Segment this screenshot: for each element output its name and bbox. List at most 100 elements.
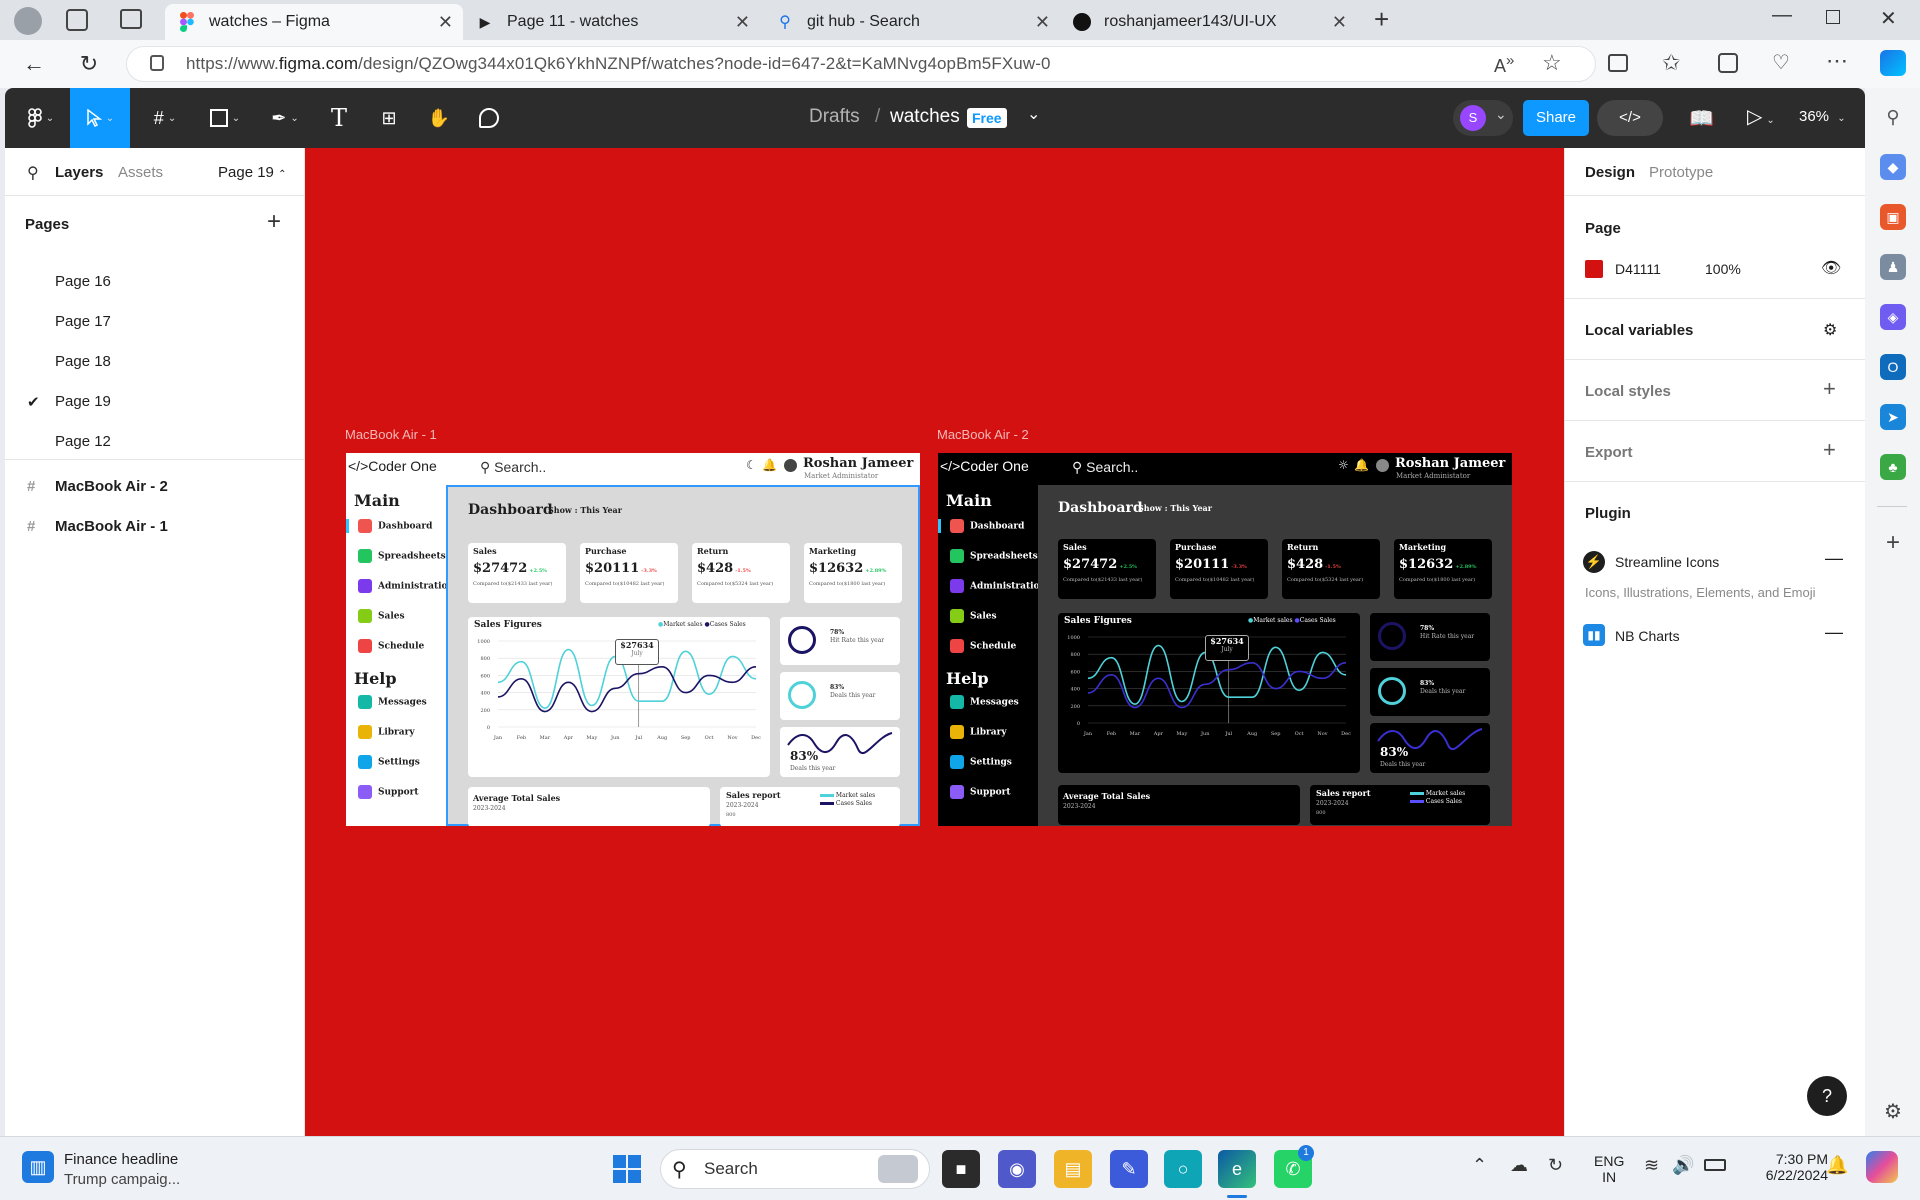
- chevron-down-icon[interactable]: ⌄: [1495, 106, 1507, 123]
- comment-tool-icon[interactable]: [473, 102, 505, 134]
- macbook-air-1-frame[interactable]: </>Coder One ⚲ Search.. ☾ 🔔 Roshan Jamee…: [346, 453, 920, 826]
- pen-tool-icon[interactable]: ✒ ⌄: [263, 102, 307, 134]
- frame-tool-icon[interactable]: # ⌄: [143, 102, 187, 134]
- volume-icon[interactable]: 🔊: [1672, 1155, 1694, 1176]
- variables-settings-icon[interactable]: ⚙: [1823, 320, 1837, 340]
- text-tool-icon[interactable]: T: [323, 102, 355, 134]
- tab-page11[interactable]: ▶ Page 11 - watches ✕: [463, 4, 760, 40]
- remove-plugin-icon[interactable]: —: [1825, 622, 1843, 643]
- task-view-icon[interactable]: ■: [942, 1150, 980, 1188]
- tab-github-repo[interactable]: roshanjameer143/UI-UX ✕: [1060, 4, 1357, 40]
- edge-icon[interactable]: e: [1218, 1150, 1256, 1188]
- page-item[interactable]: Page 12: [5, 423, 305, 463]
- read-aloud-icon[interactable]: A»: [1494, 52, 1514, 77]
- clock[interactable]: 7:30 PM 6/22/2024: [1758, 1151, 1828, 1183]
- search-icon[interactable]: ⚲: [27, 163, 39, 183]
- onedrive-cloud-icon[interactable]: ☁: [1510, 1155, 1528, 1176]
- settings-gear-icon[interactable]: ⚙: [1880, 1098, 1906, 1124]
- games-icon[interactable]: ♟: [1880, 254, 1906, 280]
- restore-icon[interactable]: [1826, 10, 1840, 24]
- frame-label[interactable]: MacBook Air - 2: [937, 427, 1029, 442]
- new-tab-icon[interactable]: +: [1374, 4, 1389, 35]
- pen-app-icon[interactable]: ✎: [1110, 1150, 1148, 1188]
- split-screen-icon[interactable]: [1608, 54, 1628, 72]
- breadcrumb-drafts[interactable]: Drafts: [809, 106, 860, 128]
- page-opacity[interactable]: 100%: [1705, 261, 1741, 277]
- close-tab-icon[interactable]: ✕: [438, 12, 453, 33]
- teams-icon[interactable]: ◉: [998, 1150, 1036, 1188]
- cortana-icon[interactable]: ○: [1164, 1150, 1202, 1188]
- tab-layers[interactable]: Layers: [55, 164, 103, 181]
- tab-prototype[interactable]: Prototype: [1649, 164, 1713, 181]
- favorite-star-icon[interactable]: ☆: [1542, 50, 1562, 76]
- battery-icon[interactable]: [1704, 1159, 1726, 1171]
- avatar[interactable]: S: [1460, 105, 1486, 131]
- file-explorer-icon[interactable]: ▤: [1054, 1150, 1092, 1188]
- tab-design[interactable]: Design: [1585, 164, 1635, 181]
- plugin-name[interactable]: Streamline Icons: [1615, 554, 1719, 570]
- file-menu-chevron-icon[interactable]: ⌄: [1027, 104, 1040, 124]
- canvas[interactable]: MacBook Air - 1 MacBook Air - 2 </>Coder…: [305, 148, 1564, 1136]
- page-item[interactable]: Page 16: [5, 263, 305, 303]
- start-windows-icon[interactable]: [608, 1150, 646, 1188]
- copilot-icon[interactable]: [1880, 50, 1906, 76]
- tab-figma[interactable]: watches – Figma ✕: [165, 4, 463, 40]
- page-color-swatch[interactable]: [1585, 260, 1603, 278]
- profile-icon[interactable]: [14, 7, 42, 35]
- hand-tool-icon[interactable]: ✋: [423, 102, 455, 134]
- shopping-tag-icon[interactable]: ◆: [1880, 154, 1906, 180]
- collections-icon[interactable]: [1718, 53, 1738, 73]
- copilot-taskbar-icon[interactable]: [1866, 1151, 1898, 1183]
- add-style-icon[interactable]: +: [1823, 376, 1836, 402]
- minimize-icon[interactable]: —: [1772, 4, 1792, 27]
- current-page-selector[interactable]: Page 19 ⌃: [218, 164, 286, 181]
- present-icon[interactable]: ▷ ⌄: [1747, 104, 1775, 129]
- favorites-icon[interactable]: ✩: [1662, 50, 1680, 76]
- browser-essentials-icon[interactable]: ♡: [1772, 50, 1790, 75]
- tools-icon[interactable]: ▣: [1880, 204, 1906, 230]
- remove-plugin-icon[interactable]: —: [1825, 548, 1843, 569]
- copilot-sidebar-icon[interactable]: ◈: [1880, 304, 1906, 330]
- rectangle-tool-icon[interactable]: ⌄: [203, 102, 247, 134]
- frame-label[interactable]: MacBook Air - 1: [345, 427, 437, 442]
- close-window-icon[interactable]: ✕: [1880, 6, 1897, 31]
- news-subtitle[interactable]: Trump campaig...: [64, 1171, 180, 1188]
- refresh-icon[interactable]: ↻: [75, 50, 103, 78]
- close-tab-icon[interactable]: ✕: [1035, 12, 1050, 33]
- zoom-level[interactable]: 36% ⌄: [1799, 108, 1846, 125]
- news-title[interactable]: Finance headline: [64, 1151, 178, 1168]
- resources-tool-icon[interactable]: ⊞: [373, 102, 405, 134]
- page-item-selected[interactable]: ✔ Page 19: [5, 383, 305, 423]
- page-color-hex[interactable]: D41111: [1615, 261, 1661, 277]
- local-variables[interactable]: Local variables: [1585, 322, 1693, 339]
- file-name[interactable]: watches: [890, 106, 960, 128]
- outlook-icon[interactable]: O: [1880, 354, 1906, 380]
- add-page-icon[interactable]: +: [267, 208, 281, 236]
- page-item[interactable]: Page 18: [5, 343, 305, 383]
- move-tool-icon[interactable]: ⌄: [70, 88, 130, 148]
- lock-icon[interactable]: [150, 55, 164, 71]
- tree-icon[interactable]: ♣: [1880, 454, 1906, 480]
- add-export-icon[interactable]: +: [1823, 437, 1836, 463]
- wifi-icon[interactable]: ≋: [1644, 1155, 1659, 1176]
- chevron-up-icon[interactable]: ⌃: [1472, 1155, 1487, 1176]
- close-tab-icon[interactable]: ✕: [735, 12, 750, 33]
- back-icon[interactable]: ←: [20, 50, 48, 78]
- tab-actions-icon[interactable]: [120, 9, 142, 29]
- share-button[interactable]: Share: [1523, 100, 1589, 136]
- dev-mode-toggle-icon[interactable]: </>: [1597, 100, 1663, 136]
- macbook-air-2-frame[interactable]: </>Coder One ⚲ Search.. ☼ 🔔 Roshan Jamee…: [938, 453, 1512, 826]
- layer-item[interactable]: # MacBook Air - 2: [5, 468, 305, 508]
- news-widget-icon[interactable]: ▥: [22, 1151, 54, 1183]
- workspaces-icon[interactable]: [66, 9, 88, 31]
- url-text[interactable]: https://www.figma.com/design/QZOwg344x01…: [186, 54, 1051, 74]
- tab-assets[interactable]: Assets: [118, 164, 163, 181]
- page-item[interactable]: Page 17: [5, 303, 305, 343]
- sync-icon[interactable]: ↻: [1548, 1155, 1563, 1176]
- send-icon[interactable]: ➤: [1880, 404, 1906, 430]
- notification-bell-icon[interactable]: 🔔: [1826, 1155, 1848, 1176]
- library-icon[interactable]: 📖: [1689, 106, 1714, 131]
- more-menu-icon[interactable]: ⋯: [1826, 48, 1848, 74]
- tab-github-search[interactable]: ⚲ git hub - Search ✕: [763, 4, 1060, 40]
- plugin-name[interactable]: NB Charts: [1615, 628, 1680, 644]
